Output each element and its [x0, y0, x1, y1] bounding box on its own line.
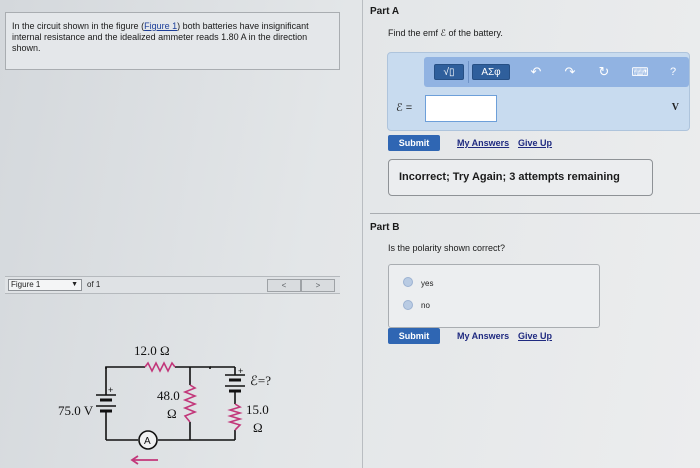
part-a-my-answers-link[interactable]: My Answers [457, 138, 509, 148]
chevron-down-icon: ▼ [71, 281, 78, 288]
figure-link[interactable]: Figure 1 [144, 21, 177, 31]
resistor-right [227, 403, 243, 431]
keyboard-icon[interactable]: ⌨ [630, 64, 650, 80]
wire-top-left [105, 366, 145, 369]
right-resistor-value: 15.0 [246, 402, 269, 417]
part-a-give-up-link[interactable]: Give Up [518, 138, 552, 148]
top-resistor-label: 12.0 Ω [134, 343, 170, 358]
undo-icon[interactable]: ↶ [528, 64, 544, 80]
feedback-message: Incorrect; Try Again; 3 attempts remaini… [388, 159, 653, 196]
radio-no[interactable] [403, 300, 413, 310]
middle-resistor-unit: Ω [167, 406, 177, 421]
choice-yes-label: yes [421, 279, 434, 288]
unit-label: V [671, 102, 679, 113]
polarity-choices: yes no [388, 264, 600, 328]
part-b-label: Part B [370, 222, 400, 233]
section-divider [370, 213, 700, 214]
problem-column: In the circuit shown in the figure (Figu… [0, 0, 362, 468]
figure-prev-button[interactable]: < [267, 279, 301, 292]
ammeter-label: A [144, 436, 151, 447]
figure-select-value: Figure 1 [11, 280, 41, 289]
emf-input-label: ℰ = [396, 102, 413, 114]
problem-statement: In the circuit shown in the figure (Figu… [5, 12, 340, 70]
reset-icon[interactable]: ↻ [596, 64, 612, 80]
wire-top-right [175, 366, 211, 369]
part-a-submit-button[interactable]: Submit [388, 135, 440, 151]
toolbar-separator [468, 61, 469, 83]
right-resistor-unit: Ω [253, 420, 263, 435]
figure-navigation-bar: Figure 1 ▼ of 1 < > [5, 276, 340, 294]
sqrt-template-button[interactable]: √▯ [434, 64, 464, 80]
answer-column: Part A Find the emf ℰ of the battery. √▯… [362, 0, 700, 468]
radio-yes[interactable] [403, 277, 413, 287]
part-b-submit-button[interactable]: Submit [388, 328, 440, 344]
left-battery-plus: + [108, 385, 113, 395]
part-a-label: Part A [370, 6, 400, 17]
part-a-prompt: Find the emf ℰ of the battery. [388, 28, 503, 38]
redo-icon[interactable]: ↷ [562, 64, 578, 80]
figure-select[interactable]: Figure 1 ▼ [8, 279, 82, 291]
figure-count: of 1 [87, 280, 101, 289]
resistor-top [144, 361, 176, 373]
right-battery-plus: + [238, 366, 243, 376]
part-b-prompt: Is the polarity shown correct? [388, 243, 506, 253]
figure-next-button[interactable]: > [301, 279, 335, 292]
part-b-give-up-link[interactable]: Give Up [518, 331, 552, 341]
math-toolbar: √▯ ΑΣφ ↶ ↷ ↻ ⌨ ? [424, 57, 689, 87]
problem-text-pre: In the circuit shown in the figure ( [12, 21, 145, 31]
resistor-middle [182, 384, 198, 423]
greek-symbols-button[interactable]: ΑΣφ [472, 64, 510, 80]
choice-no-label: no [421, 301, 430, 310]
answer-panel: √▯ ΑΣφ ↶ ↷ ↻ ⌨ ? ℰ = V [387, 52, 690, 131]
part-b-my-answers-link[interactable]: My Answers [457, 331, 509, 341]
emf-input[interactable] [425, 95, 497, 122]
right-battery-label: ℰ=? [250, 373, 271, 388]
left-battery-label: 75.0 V [58, 403, 94, 418]
circuit-diagram: 12.0 Ω 75.0 V + 48.0 Ω ℰ=? + 15.0 Ω A [58, 343, 271, 465]
figure-pager: < > [267, 279, 335, 292]
middle-resistor-value: 48.0 [157, 388, 180, 403]
help-icon[interactable]: ? [666, 64, 680, 80]
